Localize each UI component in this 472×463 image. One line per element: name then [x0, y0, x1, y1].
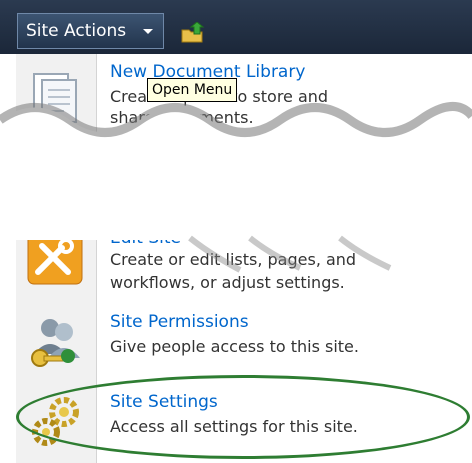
menu-item-desc-line2: workflows, or adjust settings. — [110, 273, 345, 292]
torn-paper-divider — [0, 101, 472, 240]
menu-item-site-permissions[interactable]: Site Permissions Give people access to t… — [16, 308, 472, 378]
people-key-icon — [31, 319, 80, 367]
gears-icon — [32, 397, 79, 446]
site-actions-label: Site Actions — [26, 21, 127, 41]
menu-item-site-settings[interactable]: Site Settings Access all settings for th… — [16, 388, 472, 458]
chevron-down-icon — [143, 29, 153, 34]
torn-paper-edge-lower — [0, 226, 472, 273]
menu-item-desc: Access all settings for this site. — [110, 417, 358, 436]
menu-item-title: Site Settings — [110, 392, 218, 412]
ribbon-bar: Site Actions — [0, 0, 472, 54]
site-actions-button[interactable]: Site Actions — [17, 13, 164, 49]
folder-up-arrow-icon[interactable] — [180, 22, 206, 44]
menu-item-title: Site Permissions — [110, 312, 249, 332]
menu-item-desc: Give people access to this site. — [110, 337, 359, 356]
tooltip-open-menu: Open Menu — [147, 78, 238, 102]
